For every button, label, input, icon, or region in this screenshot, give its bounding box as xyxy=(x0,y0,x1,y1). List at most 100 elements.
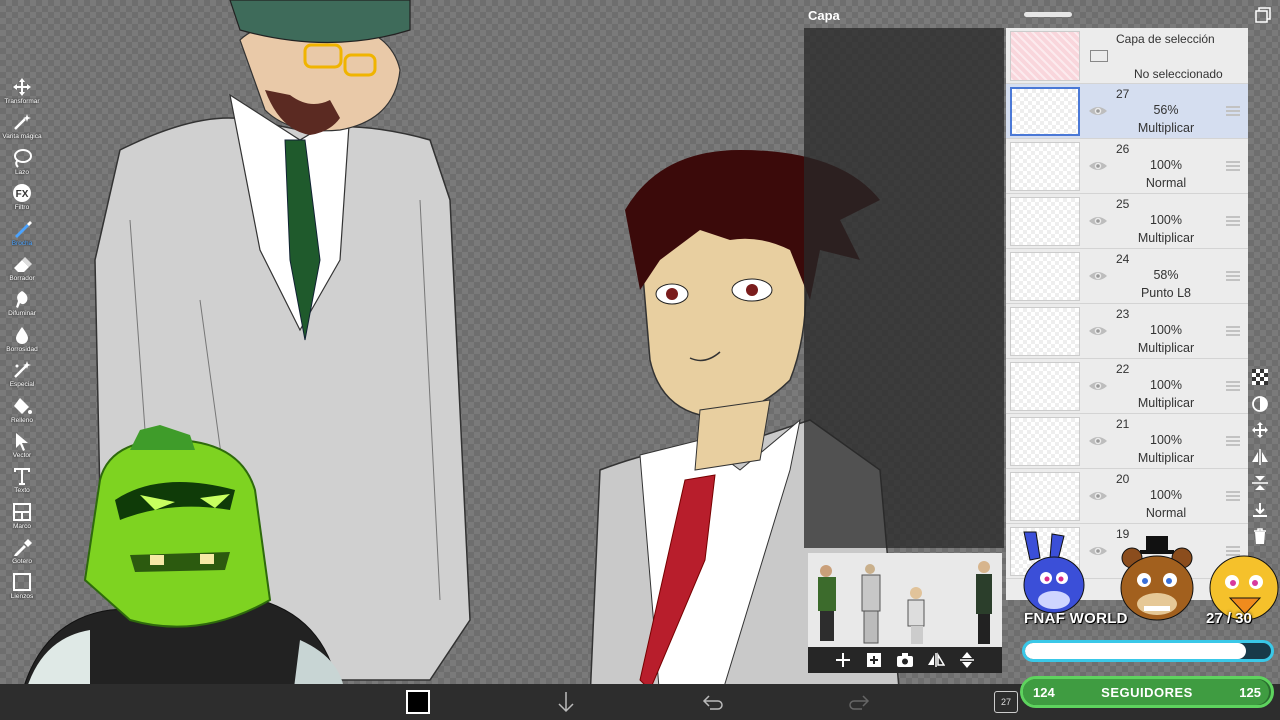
eyedropper-icon xyxy=(11,536,33,558)
layer-count-button[interactable]: 27 xyxy=(994,688,1018,716)
selection-icon xyxy=(1090,50,1108,62)
layer-thumbnail xyxy=(1010,31,1080,81)
layer-drag-handle[interactable] xyxy=(1226,106,1240,116)
canvas-icon xyxy=(11,571,33,593)
selection-layer[interactable]: Capa de selección No seleccionado xyxy=(1006,28,1248,84)
move-icon xyxy=(11,76,33,98)
redo-icon[interactable] xyxy=(848,688,870,716)
visibility-eye-icon[interactable] xyxy=(1088,321,1108,341)
tool-label: Borrador xyxy=(9,274,35,282)
panel-drag-handle[interactable] xyxy=(1024,12,1072,17)
tool-filter[interactable]: FX Filtro xyxy=(0,182,44,217)
move-layer-icon[interactable] xyxy=(1249,417,1271,444)
tool-special[interactable]: Especial xyxy=(0,359,44,394)
layer-number: 24 xyxy=(1116,252,1130,266)
visibility-eye-icon[interactable] xyxy=(1088,211,1108,231)
camera-icon[interactable] xyxy=(895,650,915,670)
tool-canvas[interactable]: Lienzos xyxy=(0,571,44,606)
current-color-swatch-wrap[interactable] xyxy=(406,688,430,716)
arrow-down-icon[interactable] xyxy=(556,688,576,716)
layer-row-26[interactable]: 26 100% Normal xyxy=(1006,139,1248,194)
merge-icon[interactable] xyxy=(1249,470,1271,497)
tool-vector[interactable]: Vector xyxy=(0,430,44,465)
layer-thumbnail xyxy=(1010,142,1080,191)
reference-thumbnail-strip[interactable] xyxy=(808,553,1002,647)
checker-icon[interactable] xyxy=(1249,364,1271,391)
followers-goal-bar: 124 SEGUIDORES 125 xyxy=(1020,676,1274,708)
layer-row-22[interactable]: 22 100% Multiplicar xyxy=(1006,359,1248,414)
flip-horizontal-icon[interactable] xyxy=(926,650,946,670)
layer-row-20[interactable]: 20 100% Normal xyxy=(1006,469,1248,524)
current-color-swatch[interactable] xyxy=(406,690,430,714)
tool-smudge[interactable]: Difuminar xyxy=(0,288,44,323)
layer-thumbnail xyxy=(1010,472,1080,521)
maximize-icon[interactable] xyxy=(1254,6,1272,24)
frame-icon xyxy=(11,501,33,523)
tool-eraser[interactable]: Borrador xyxy=(0,253,44,288)
layer-row-21[interactable]: 21 100% Multiplicar xyxy=(1006,414,1248,469)
layer-thumbnail xyxy=(1010,362,1080,411)
layer-drag-handle[interactable] xyxy=(1226,161,1240,171)
tool-magic-wand[interactable]: Varita mágica xyxy=(0,111,44,146)
visibility-eye-icon[interactable] xyxy=(1088,156,1108,176)
visibility-eye-icon[interactable] xyxy=(1088,431,1108,451)
visibility-eye-icon[interactable] xyxy=(1088,376,1108,396)
tool-label: Especial xyxy=(9,381,35,389)
add-folder-icon[interactable] xyxy=(864,650,884,670)
layer-blend-mode: Multiplicar xyxy=(1137,396,1195,410)
add-layer-icon[interactable] xyxy=(833,650,853,670)
layer-number: 27 xyxy=(1116,87,1130,101)
tool-text[interactable]: Texto xyxy=(0,465,44,500)
smudge-icon xyxy=(11,288,33,310)
layer-drag-handle[interactable] xyxy=(1226,436,1240,446)
game-progress-count: 27 / 30 xyxy=(1206,610,1252,627)
tool-frame[interactable]: Marco xyxy=(0,501,44,536)
freddy-figure xyxy=(1120,536,1194,621)
flip-vertical-icon[interactable] xyxy=(957,650,977,670)
layer-row-24[interactable]: 24 58% Punto L8 xyxy=(1006,249,1248,304)
tool-label: Filtro xyxy=(14,204,30,212)
fx-icon: FX xyxy=(11,182,33,204)
layer-row-27[interactable]: 27 56% Multiplicar xyxy=(1006,84,1248,139)
layer-thumbnail xyxy=(1010,417,1080,466)
lock-alpha-icon[interactable] xyxy=(1249,391,1271,418)
tool-transform[interactable]: Transformar xyxy=(0,76,44,111)
tool-fill[interactable]: Relleno xyxy=(0,395,44,430)
layer-opacity: 100% xyxy=(1150,378,1182,392)
layer-drag-handle[interactable] xyxy=(1226,216,1240,226)
tool-brush[interactable]: Brocha xyxy=(0,218,44,253)
layer-drag-handle[interactable] xyxy=(1226,491,1240,501)
tool-label: Texto xyxy=(14,487,30,495)
lasso-icon xyxy=(11,147,33,169)
layer-row-23[interactable]: 23 100% Multiplicar xyxy=(1006,304,1248,359)
followers-goal: 125 xyxy=(1239,685,1261,700)
svg-text:FX: FX xyxy=(16,189,29,200)
panel-backdrop xyxy=(804,28,1004,548)
selection-layer-title: Capa de selección xyxy=(1116,32,1215,46)
tool-eyedropper[interactable]: Gotero xyxy=(0,536,44,571)
layer-drag-handle[interactable] xyxy=(1226,381,1240,391)
layer-thumbnail xyxy=(1010,87,1080,136)
layer-number: 21 xyxy=(1116,417,1130,431)
tool-label: Gotero xyxy=(12,558,32,566)
visibility-eye-icon[interactable] xyxy=(1088,101,1108,121)
visibility-eye-icon[interactable] xyxy=(1088,486,1108,506)
reference-figure xyxy=(861,564,881,644)
visibility-eye-icon[interactable] xyxy=(1088,266,1108,286)
layer-row-25[interactable]: 25 100% Multiplicar xyxy=(1006,194,1248,249)
tool-lasso[interactable]: Lazo xyxy=(0,147,44,182)
layer-blend-mode: Normal xyxy=(1145,506,1187,520)
tool-blur[interactable]: Borrosidad xyxy=(0,324,44,359)
undo-icon[interactable] xyxy=(702,688,724,716)
layer-count-badge: 27 xyxy=(994,691,1018,713)
flip-layer-icon[interactable] xyxy=(1249,444,1271,471)
download-icon[interactable] xyxy=(1249,497,1271,524)
layer-thumbnail xyxy=(1010,252,1080,301)
layer-drag-handle[interactable] xyxy=(1226,326,1240,336)
layer-drag-handle[interactable] xyxy=(1226,271,1240,281)
eraser-icon xyxy=(11,253,33,275)
tool-label: Relleno xyxy=(10,416,34,424)
magic-wand-icon xyxy=(11,111,33,133)
tool-label: Borrosidad xyxy=(6,345,38,353)
game-title: FNAF WORLD xyxy=(1024,610,1128,627)
